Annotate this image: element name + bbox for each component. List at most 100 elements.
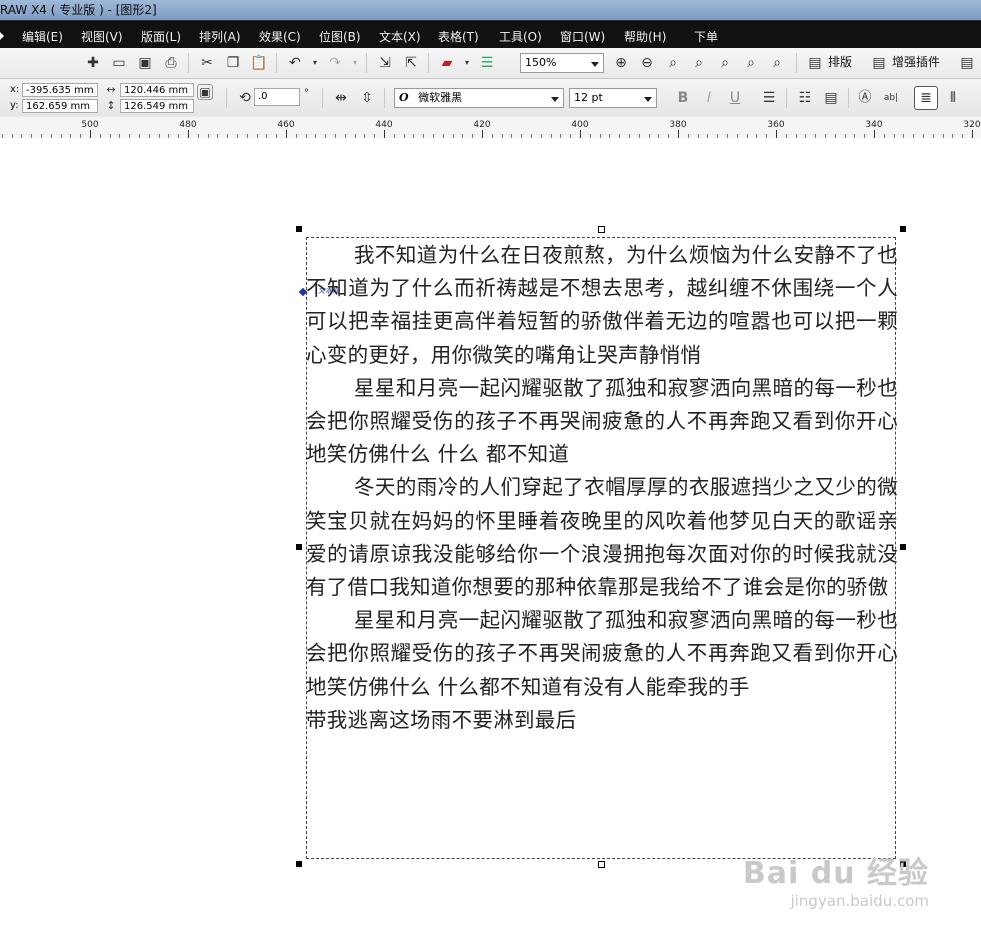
welcome-screen-icon[interactable]: ☰ <box>478 54 496 72</box>
menu-order[interactable]: 下单 <box>694 28 718 45</box>
bold-icon[interactable]: B <box>674 89 692 107</box>
character-formatting-icon[interactable]: Ⓐ <box>856 89 874 107</box>
standard-toolbar: ✚ ▭ ▣ ⎙ ✂ ❐ 📋 ↶ ▾ ↷ ▾ ⇲ ⇱ ▰ ▾ ☰ 150% ⊕ ⊖… <box>0 48 981 79</box>
menu-help[interactable]: 帮助(H) <box>624 28 666 45</box>
toolbar-separator <box>188 53 189 73</box>
drop-cap-icon[interactable]: ▤ <box>822 89 840 107</box>
menu-window[interactable]: 窗口(W) <box>560 28 605 45</box>
bullet-list-icon[interactable]: ☷ <box>796 89 814 107</box>
horizontal-text-icon[interactable]: ≣ <box>914 86 938 110</box>
menu-edit[interactable]: 编辑(E) <box>22 28 63 45</box>
ruler-major-tick <box>874 130 875 138</box>
ruler-major-tick <box>972 130 973 138</box>
ruler-label: 320 <box>963 120 981 130</box>
drawing-canvas[interactable]: 文本框 我不知道为什么在日夜煎熬，为什么烦恼为什么安静不了也不知道为了什么而祈祷… <box>0 138 981 928</box>
undo-dropdown-icon[interactable]: ▾ <box>306 54 324 72</box>
selection-handle-top-center[interactable] <box>598 226 605 233</box>
ruler-label: 440 <box>375 120 393 130</box>
toolbar-separator <box>848 88 849 108</box>
export-icon[interactable]: ⇱ <box>402 54 420 72</box>
layout-plugin-icon[interactable]: ▤ <box>806 54 824 72</box>
x-position-field[interactable]: -395.635 mm <box>22 83 98 97</box>
selection-handle-top-left[interactable] <box>296 226 302 232</box>
redo-icon[interactable]: ↷ <box>326 54 344 72</box>
enhance-plugin-button[interactable]: 增强插件 <box>892 52 940 72</box>
application-launcher-icon[interactable]: ▰ <box>438 54 456 72</box>
edit-text-icon[interactable]: ab| <box>882 89 900 107</box>
toolbar-separator <box>384 88 385 108</box>
plugin-icon[interactable]: ▤ <box>958 54 976 72</box>
open-folder-icon[interactable]: ▭ <box>110 54 128 72</box>
import-icon[interactable]: ⇲ <box>376 54 394 72</box>
vertical-text-icon[interactable]: ⦀ <box>944 89 962 107</box>
font-size-select[interactable]: 12 pt <box>569 88 657 108</box>
width-field[interactable]: 120.446 mm <box>120 83 194 97</box>
text-body[interactable]: 我不知道为什么在日夜煎熬，为什么烦恼为什么安静不了也不知道为了什么而祈祷越是不想… <box>306 239 898 737</box>
x-label: x: <box>10 84 20 95</box>
copy-icon[interactable]: ❐ <box>224 54 242 72</box>
zoom-selected-icon[interactable]: ⌕ <box>664 54 682 72</box>
rotate-icon: ⟲ <box>239 90 251 106</box>
ruler-major-tick <box>580 130 581 138</box>
undo-icon[interactable]: ↶ <box>286 54 304 72</box>
y-position-field[interactable]: 162.659 mm <box>22 99 98 113</box>
y-label: y: <box>10 100 19 111</box>
menu-bitmaps[interactable]: 位图(B) <box>319 28 361 45</box>
window-title: RAW X4 ( 专业版 ) - [图形2] <box>0 3 157 17</box>
rotation-angle-field[interactable]: .0 <box>254 88 300 106</box>
menu-arrange[interactable]: 排列(A) <box>199 28 241 45</box>
save-icon[interactable]: ▣ <box>136 54 154 72</box>
zoom-width-icon[interactable]: ⌕ <box>742 54 760 72</box>
font-family-select[interactable]: O 微软雅黑 <box>394 88 564 108</box>
font-size-value: 12 pt <box>574 91 603 104</box>
toolbar-separator <box>796 53 797 73</box>
ruler-major-tick <box>482 130 483 138</box>
height-icon: ↕ <box>106 99 116 112</box>
paste-icon[interactable]: 📋 <box>250 54 268 72</box>
italic-icon[interactable]: I <box>700 89 718 107</box>
selection-handle-middle-left[interactable] <box>296 544 302 550</box>
zoom-out-icon[interactable]: ⊖ <box>638 54 656 72</box>
height-field[interactable]: 126.549 mm <box>120 99 194 113</box>
paragraph: 我不知道为什么在日夜煎熬，为什么烦恼为什么安静不了也不知道为了什么而祈祷越是不想… <box>306 243 898 367</box>
menu-effects[interactable]: 效果(C) <box>259 28 301 45</box>
selection-handle-top-right[interactable] <box>900 226 906 232</box>
align-icon[interactable]: ☰ <box>760 89 778 107</box>
horizontal-ruler[interactable]: 500 480 460 440 420 400 380 360 340 320 <box>0 117 981 139</box>
enhance-plugin-icon[interactable]: ▤ <box>870 54 888 72</box>
ruler-major-tick <box>384 130 385 138</box>
print-icon[interactable]: ⎙ <box>162 54 180 72</box>
redo-dropdown-icon[interactable]: ▾ <box>346 54 364 72</box>
underline-icon[interactable]: U <box>726 89 744 107</box>
zoom-level-select[interactable]: 150% <box>520 53 604 73</box>
selection-handle-bottom-left[interactable] <box>296 861 302 867</box>
ruler-major-tick <box>286 130 287 138</box>
zoom-page-icon[interactable]: ⌕ <box>716 54 734 72</box>
selection-handle-middle-right[interactable] <box>900 544 906 550</box>
layout-plugin-button[interactable]: 排版 <box>828 52 852 72</box>
selection-handle-bottom-center[interactable] <box>598 861 605 868</box>
lock-ratio-icon[interactable]: ▣ <box>197 84 213 100</box>
zoom-all-objects-icon[interactable]: ⌕ <box>690 54 708 72</box>
mirror-vertical-icon[interactable]: ⇳ <box>358 89 376 107</box>
ruler-label: 360 <box>767 120 785 130</box>
title-bar: RAW X4 ( 专业版 ) - [图形2] <box>0 0 981 20</box>
cut-icon[interactable]: ✂ <box>198 54 216 72</box>
new-document-icon[interactable]: ✚ <box>84 54 102 72</box>
mirror-horizontal-icon[interactable]: ⇹ <box>332 89 350 107</box>
menu-table[interactable]: 表格(T) <box>438 28 479 45</box>
paragraph: 星星和月亮一起闪耀驱散了孤独和寂寥洒向黑暗的每一秒也会把你照耀受伤的孩子不再哭闹… <box>306 608 898 699</box>
zoom-in-icon[interactable]: ⊕ <box>612 54 630 72</box>
menu-tools[interactable]: 工具(O) <box>499 28 542 45</box>
zoom-level-value: 150% <box>525 56 557 69</box>
menu-layout[interactable]: 版面(L) <box>141 28 181 45</box>
menu-bar: 编辑(E) 视图(V) 版面(L) 排列(A) 效果(C) 位图(B) 文本(X… <box>0 20 981 49</box>
watermark-brand: Bai du 经验 <box>742 856 929 891</box>
ruler-major-tick <box>776 130 777 138</box>
watermark-url: jingyan.baidu.com <box>790 892 929 910</box>
zoom-height-icon[interactable]: ⌕ <box>768 54 786 72</box>
menu-text[interactable]: 文本(X) <box>379 28 421 45</box>
menu-view[interactable]: 视图(V) <box>81 28 123 45</box>
launcher-dropdown-icon[interactable]: ▾ <box>458 54 476 72</box>
paragraph: 冬天的雨冷的人们穿起了衣帽厚厚的衣服遮挡少之又少的微笑宝贝就在妈妈的怀里睡着夜晚… <box>306 475 898 600</box>
